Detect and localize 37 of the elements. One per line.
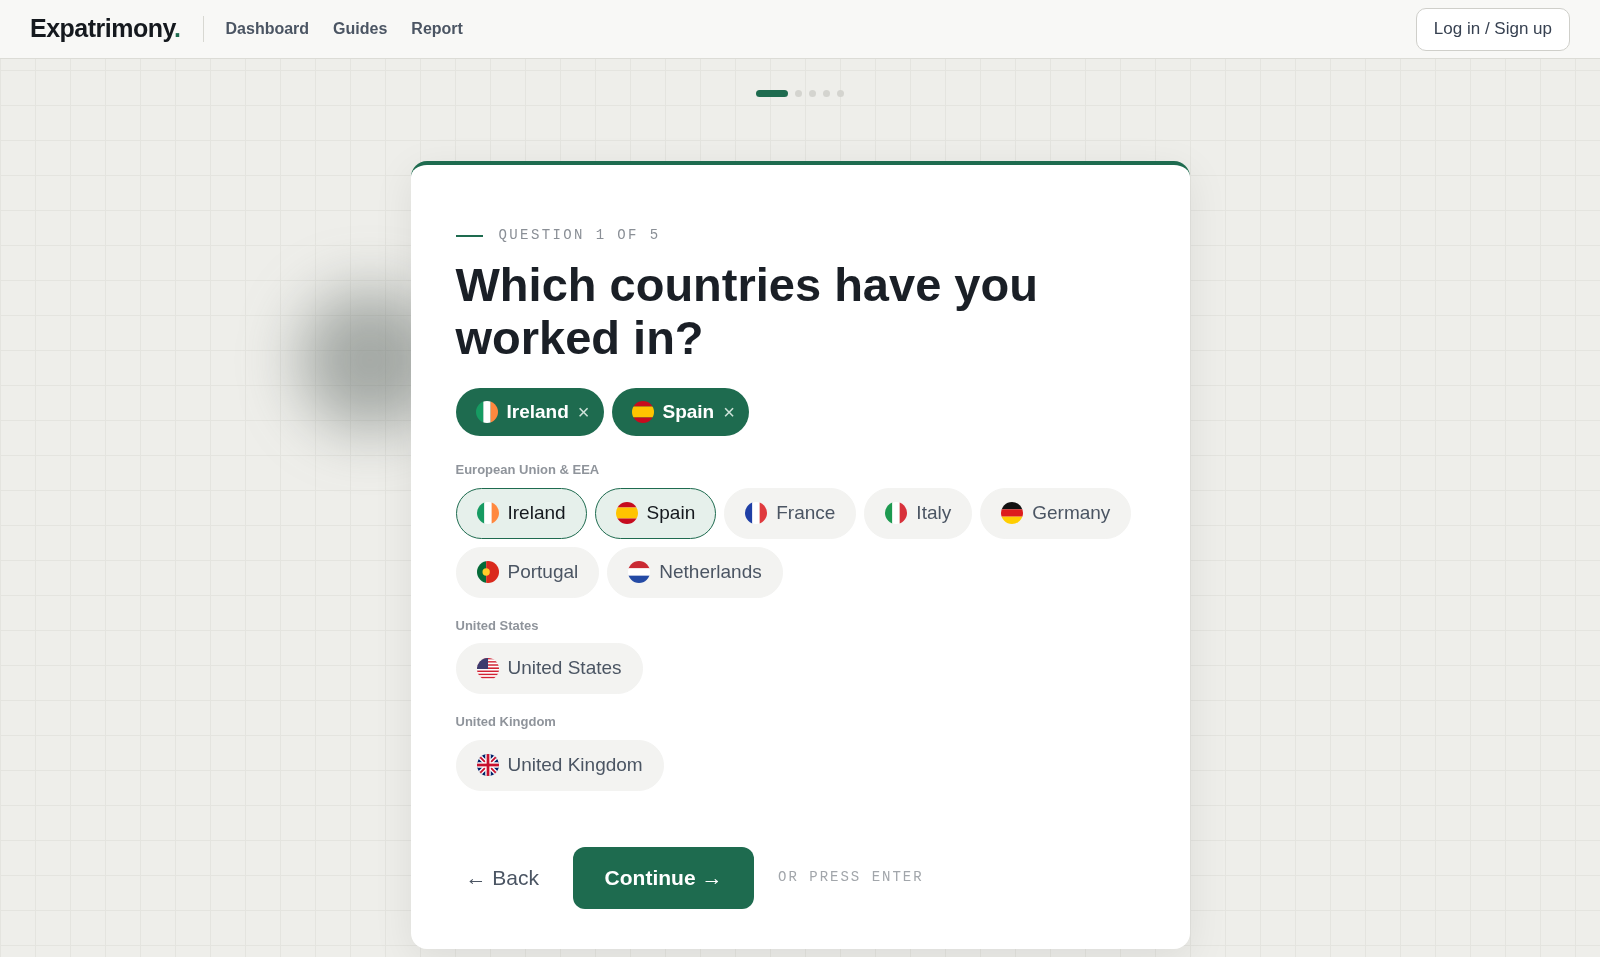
group-label: European Union & EEA — [455, 461, 601, 479]
flag-icon — [631, 401, 654, 423]
flag-icon — [628, 561, 651, 583]
country-option[interactable]: Ireland — [455, 487, 587, 539]
question-title: Which countries have you worked in? — [455, 258, 1039, 364]
keyboard-hint: OR PRESS ENTER — [778, 868, 924, 887]
country-option[interactable]: Portugal — [455, 546, 600, 598]
country-option[interactable]: France — [724, 487, 857, 539]
continue-button[interactable]: Continue → — [573, 846, 755, 909]
remove-icon[interactable]: × — [577, 397, 590, 427]
remove-icon[interactable]: × — [723, 397, 735, 427]
selected-country-chip[interactable]: Spain × — [611, 388, 749, 436]
flag-icon — [476, 754, 499, 776]
nav-link[interactable]: Dashboard — [225, 17, 310, 41]
login-button[interactable]: Log in / Sign up — [1415, 7, 1570, 51]
flag-icon — [475, 401, 498, 423]
flag-icon — [885, 502, 908, 524]
flag-icon — [615, 502, 638, 524]
question-label: QUESTION 1 OF 5 — [498, 226, 661, 245]
group-label: United Kingdom — [455, 713, 557, 731]
flag-icon — [476, 502, 499, 524]
country-option[interactable]: Netherlands — [607, 546, 783, 598]
flag-icon — [1001, 502, 1024, 524]
country-option[interactable]: Germany — [980, 487, 1132, 539]
country-option[interactable]: United States — [455, 643, 643, 694]
flag-icon — [476, 657, 499, 680]
nav-link[interactable]: Report — [411, 17, 463, 41]
country-option[interactable]: Italy — [864, 487, 973, 539]
country-option[interactable]: Spain — [594, 487, 717, 539]
group-label: United States — [455, 616, 540, 635]
flag-icon — [476, 561, 499, 583]
brand-logo: Expatrimony. — [30, 13, 181, 45]
flag-icon — [745, 502, 768, 524]
country-option[interactable]: United Kingdom — [455, 739, 664, 791]
back-button[interactable]: ← Back — [455, 861, 550, 894]
selected-country-chip[interactable]: Ireland × — [455, 388, 604, 436]
nav-link[interactable]: Guides — [333, 17, 388, 41]
